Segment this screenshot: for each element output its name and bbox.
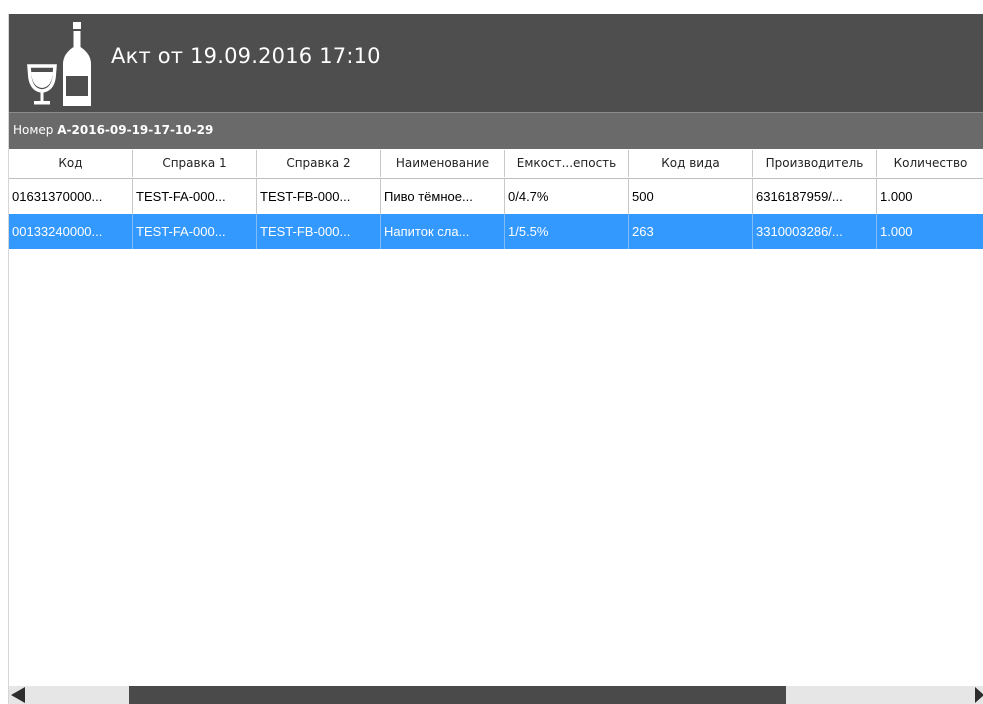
table-header: Код Справка 1 Справка 2 Наименование Емк… <box>9 150 983 179</box>
column-header-reference-2[interactable]: Справка 2 <box>257 150 381 177</box>
cell-producer: 3310003286/... <box>753 214 877 249</box>
act-window: Акт от 19.09.2016 17:10 Номер А-2016-09-… <box>8 14 983 704</box>
arrow-right-icon[interactable] <box>975 687 983 703</box>
cell-producer: 6316187959/... <box>753 179 877 214</box>
horizontal-scrollbar[interactable] <box>9 686 983 704</box>
column-header-code[interactable]: Код <box>9 150 133 177</box>
cell-reference-1: TEST-FA-000... <box>133 214 257 249</box>
cell-quantity: 1.000 <box>880 224 913 239</box>
wine-glass-and-bottle-icon <box>27 22 91 106</box>
scrollbar-thumb[interactable] <box>129 686 786 704</box>
header-bar: Акт от 19.09.2016 17:10 <box>9 14 983 112</box>
column-header-volume-abv[interactable]: Емкост...епость <box>505 150 629 177</box>
cell-code: 00133240000... <box>9 214 133 249</box>
cell-reference-2: TEST-FB-000... <box>257 214 381 249</box>
column-header-reference-1[interactable]: Справка 1 <box>133 150 257 177</box>
table-row-selected[interactable]: 00133240000... TEST-FA-000... TEST-FB-00… <box>9 214 983 249</box>
arrow-left-icon[interactable] <box>11 687 25 703</box>
cell-name: Напиток сла... <box>381 214 505 249</box>
document-number-value: А-2016-09-19-17-10-29 <box>57 123 214 137</box>
column-header-producer[interactable]: Производитель <box>753 150 877 177</box>
table-row[interactable]: 01631370000... TEST-FA-000... TEST-FB-00… <box>9 179 983 214</box>
column-header-quantity[interactable]: Количество <box>877 150 983 177</box>
cell-type-code: 263 <box>629 214 753 249</box>
cell-volume-abv: 0/4.7% <box>505 179 629 214</box>
column-header-type-code[interactable]: Код вида <box>629 150 753 177</box>
cell-reference-1: TEST-FA-000... <box>133 179 257 214</box>
cell-volume-abv: 1/5.5% <box>505 214 629 249</box>
cell-reference-2: TEST-FB-000... <box>257 179 381 214</box>
cell-quantity: 1.000 <box>880 189 913 204</box>
page-title: Акт от 19.09.2016 17:10 <box>111 44 381 68</box>
cell-name: Пиво тёмное... <box>381 179 505 214</box>
cell-type-code: 500 <box>629 179 753 214</box>
document-number-label: Номер <box>13 123 54 137</box>
column-header-name[interactable]: Наименование <box>381 150 505 177</box>
document-number-bar: Номер А-2016-09-19-17-10-29 <box>9 112 983 149</box>
cell-code: 01631370000... <box>9 179 133 214</box>
